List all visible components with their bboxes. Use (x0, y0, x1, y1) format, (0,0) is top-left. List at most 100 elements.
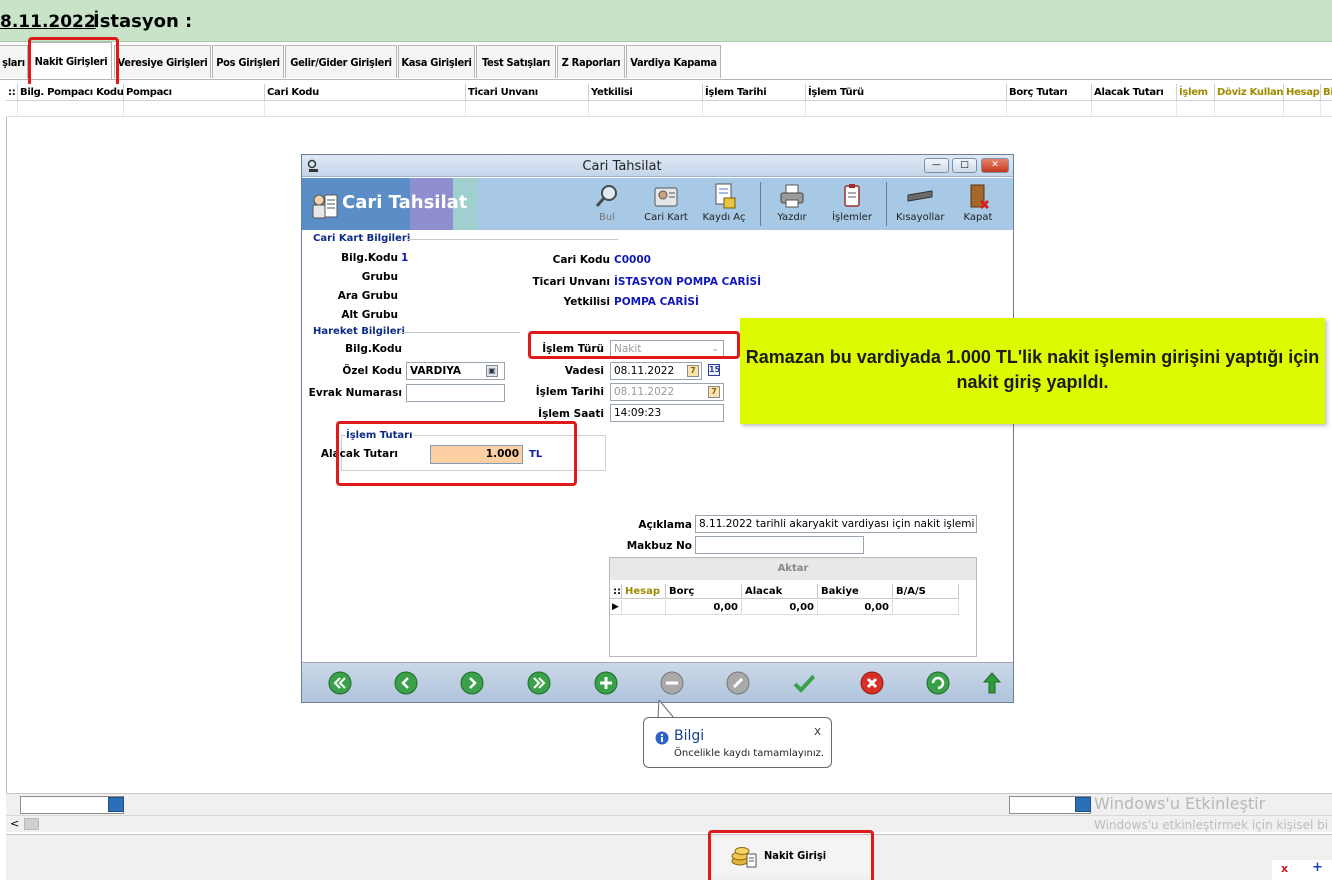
bilg-kodu-value: 1 (401, 252, 409, 264)
aktar-cell-hesap[interactable] (622, 600, 666, 615)
kisayollar-button[interactable]: Kısayollar (896, 182, 945, 228)
aktar-cell-bas[interactable] (893, 600, 959, 615)
toolbar-separator (886, 182, 887, 226)
tray-close-icon[interactable]: x (1281, 862, 1288, 875)
add-record-icon[interactable] (594, 671, 618, 695)
grid-col-bilg-pompaci-kodu[interactable]: Bilg. Pompacı Kodu (18, 84, 124, 101)
tab-gelir-gider-girisleri[interactable]: Gelir/Gider Girişleri (285, 45, 397, 78)
islem-saati-field[interactable]: 14:09:23 (610, 404, 724, 422)
grid-col-bi[interactable]: Bi (1321, 84, 1332, 101)
aktar-cell-bakiye[interactable]: 0,00 (818, 600, 893, 615)
tab-partial-left[interactable]: şları (0, 45, 28, 78)
grid-col-yetkilisi[interactable]: Yetkilisi (589, 84, 703, 101)
aktar-col-alacak[interactable]: Alacak (742, 584, 818, 599)
ticari-unvani-value: İSTASYON POMPA CARİSİ (614, 276, 761, 288)
grid-col-alacak-tutari[interactable]: Alacak Tutarı (1092, 84, 1177, 101)
grid-col-hesap[interactable]: Hesap (1284, 84, 1321, 101)
close-button[interactable]: ✕ (981, 158, 1009, 173)
modal-header-title: Cari Tahsilat (342, 192, 468, 213)
kaydi-ac-button[interactable]: Kaydı Aç (702, 182, 746, 228)
tab-vardiya-kapama[interactable]: Vardiya Kapama (626, 45, 721, 78)
calendar-icon[interactable]: 7 (708, 386, 720, 398)
ozel-kodu-label: Özel Kodu (342, 365, 402, 377)
makbuz-no-field[interactable] (695, 536, 864, 554)
evrak-numarasi-label: Evrak Numarası (308, 387, 402, 399)
tray-add-icon[interactable]: + (1312, 860, 1323, 875)
aktar-col-borc[interactable]: Borç (666, 584, 742, 599)
grid-col-ticari-unvani[interactable]: Ticari Unvanı (466, 84, 589, 101)
refresh-icon[interactable] (926, 671, 950, 695)
tab-test-satislari[interactable]: Test Satışları (476, 45, 556, 78)
upload-arrow-icon[interactable] (980, 671, 1004, 695)
aciklama-field[interactable]: 8.11.2022 tarihli akaryakit vardiyası iç… (695, 515, 977, 533)
tab-kasa-girisleri[interactable]: Kasa Girişleri (398, 45, 475, 78)
grubu-label: Grubu (361, 271, 398, 283)
save-check-icon[interactable] (792, 671, 816, 695)
aktar-title: Aktar (610, 558, 976, 580)
balloon-close-icon[interactable]: x (814, 724, 821, 738)
top-header: 8.11.2022 İstasyon : (0, 0, 1332, 42)
last-record-icon[interactable] (527, 671, 551, 695)
vadesi-label: Vadesi (564, 365, 604, 377)
calendar-picker-icon[interactable]: 15 (708, 364, 720, 376)
delete-record-icon[interactable] (660, 671, 684, 695)
calculator-icon[interactable] (1075, 797, 1091, 812)
yazdir-button[interactable]: Yazdır (774, 182, 810, 228)
aktar-col-bakiye[interactable]: Bakiye (818, 584, 893, 599)
activation-watermark-title: Windows'u Etkinleştir (1094, 794, 1266, 813)
next-record-icon[interactable] (460, 671, 484, 695)
grid-col-islem-turu[interactable]: İşlem Türü (806, 84, 1007, 101)
aktar-col-hesap[interactable]: Hesap (622, 584, 666, 599)
cari-kodu-value[interactable]: C0000 (614, 254, 651, 266)
annotation-callout: Ramazan bu vardiyada 1.000 TL'lik nakit … (740, 318, 1325, 424)
annotation-text: Ramazan bu vardiyada 1.000 TL'lik nakit … (745, 347, 1320, 392)
islem-tarihi-field[interactable]: 08.11.2022 (610, 383, 724, 401)
record-navigator (302, 662, 1013, 702)
cari-kart-button[interactable]: Cari Kart (644, 182, 688, 228)
aktar-cell-borc[interactable]: 0,00 (666, 600, 742, 615)
grid-col-islem-tarihi[interactable]: İşlem Tarihi (703, 84, 806, 101)
aktar-panel: Aktar :: Hesap Borç Alacak Bakiye B/A/S … (609, 557, 977, 657)
calculator-icon[interactable] (108, 797, 124, 812)
grid-col-islem[interactable]: İşlem (1177, 84, 1215, 101)
edit-record-icon[interactable] (726, 671, 750, 695)
kapat-button[interactable]: Kapat (962, 182, 994, 228)
aktar-cell-alacak[interactable]: 0,00 (742, 600, 818, 615)
tab-veresiye-girisleri[interactable]: Veresiye Girişleri (114, 45, 211, 78)
cancel-icon[interactable] (860, 671, 884, 695)
highlight-islem-turu (528, 331, 740, 359)
cari-kodu-label: Cari Kodu (552, 254, 610, 266)
yetkilisi-label: Yetkilisi (563, 296, 610, 308)
grid-col-cari-kodu[interactable]: Cari Kodu (265, 84, 466, 101)
bul-button[interactable]: Bul (590, 182, 624, 228)
grid-col-pompaci[interactable]: Pompacı (124, 84, 265, 101)
aktar-col-bas[interactable]: B/A/S (893, 584, 959, 599)
tab-z-raporlari[interactable]: Z Raporları (557, 45, 625, 78)
grid-empty-row[interactable] (6, 101, 1332, 117)
highlight-islem-tutari (336, 421, 577, 486)
grid-left-border (6, 117, 7, 793)
previous-record-icon[interactable] (394, 671, 418, 695)
section-divider (408, 239, 618, 240)
evrak-numarasi-field[interactable] (406, 384, 505, 402)
scroll-left-arrow[interactable]: < (10, 817, 19, 830)
exit-door-icon (970, 184, 990, 210)
scrollbar-thumb[interactable] (24, 818, 39, 830)
islemler-button[interactable]: İşlemler (830, 182, 874, 228)
grid-col-doviz-kullan[interactable]: Döviz Kullan (1215, 84, 1284, 101)
grid-col-borc-tutari[interactable]: Borç Tutarı (1007, 84, 1092, 101)
calendar-icon[interactable]: 7 (687, 365, 699, 377)
islem-saati-label: İşlem Saati (538, 408, 604, 420)
first-record-icon[interactable] (328, 671, 352, 695)
balloon-message: Öncelikle kaydı tamamlayınız. (674, 748, 825, 759)
grid-indicator-col: :: (6, 84, 18, 101)
ticari-unvani-label: Ticari Unvanı (532, 276, 610, 288)
ara-grubu-label: Ara Grubu (337, 290, 398, 302)
yetkilisi-value: POMPA CARİSİ (614, 296, 699, 308)
tab-pos-girisleri[interactable]: Pos Girişleri (212, 45, 284, 78)
minimize-button[interactable]: — (924, 158, 949, 173)
station-label: İstasyon : (93, 11, 193, 32)
lookup-icon[interactable]: ▣ (486, 365, 498, 377)
maximize-button[interactable]: □ (952, 158, 977, 173)
window-titlebar[interactable]: Cari Tahsilat — □ ✕ (302, 155, 1013, 177)
